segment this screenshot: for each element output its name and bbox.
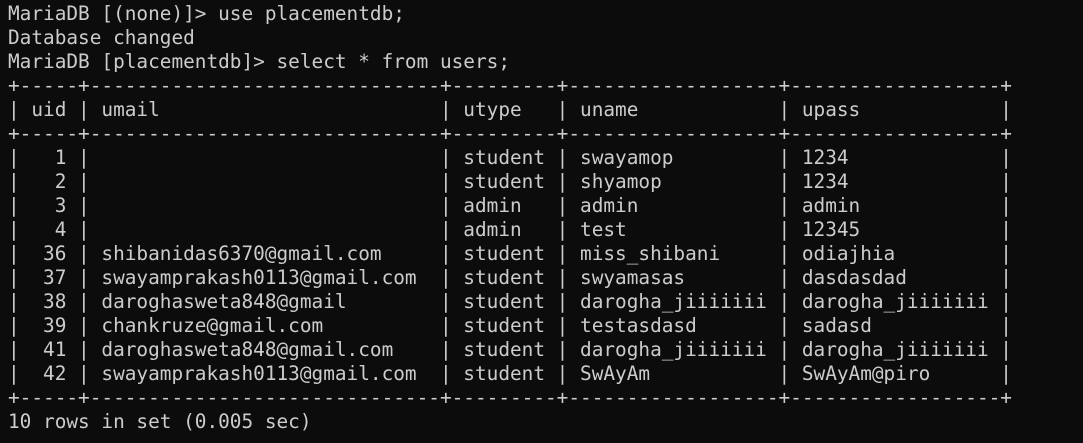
table-row: | 41 | daroghasweta848@gmail.com | stude…: [8, 338, 1012, 361]
output-database-changed: Database changed: [8, 26, 195, 49]
terminal-window[interactable]: MariaDB [(none)]> use placementdb; Datab…: [0, 0, 1083, 443]
table-border-header: +-----+------------------------------+--…: [8, 122, 1012, 145]
table-header-row: | uid | umail | utype | uname | upass |: [8, 98, 1012, 121]
table-row: | 1 | | student | swayamop | 1234 |: [8, 146, 1012, 169]
table-row: | 4 | | admin | test | 12345 |: [8, 218, 1012, 241]
table-row: | 38 | daroghasweta848@gmail | student |…: [8, 290, 1012, 313]
prompt-line-use-db: MariaDB [(none)]> use placementdb;: [8, 2, 405, 25]
table-row: | 39 | chankruze@gmail.com | student | t…: [8, 314, 1012, 337]
table-row: | 42 | swayamprakash0113@gmail.com | stu…: [8, 362, 1012, 385]
prompt-line-select: MariaDB [placementdb]> select * from use…: [8, 50, 510, 73]
table-row: | 3 | | admin | admin | admin |: [8, 194, 1012, 217]
table-border-bottom: +-----+------------------------------+--…: [8, 386, 1012, 409]
table-row: | 36 | shibanidas6370@gmail.com | studen…: [8, 242, 1012, 265]
table-row: | 37 | swayamprakash0113@gmail.com | stu…: [8, 266, 1012, 289]
table-border-top: +-----+------------------------------+--…: [8, 74, 1012, 97]
result-summary: 10 rows in set (0.005 sec): [8, 410, 312, 433]
table-row: | 2 | | student | shyamop | 1234 |: [8, 170, 1012, 193]
